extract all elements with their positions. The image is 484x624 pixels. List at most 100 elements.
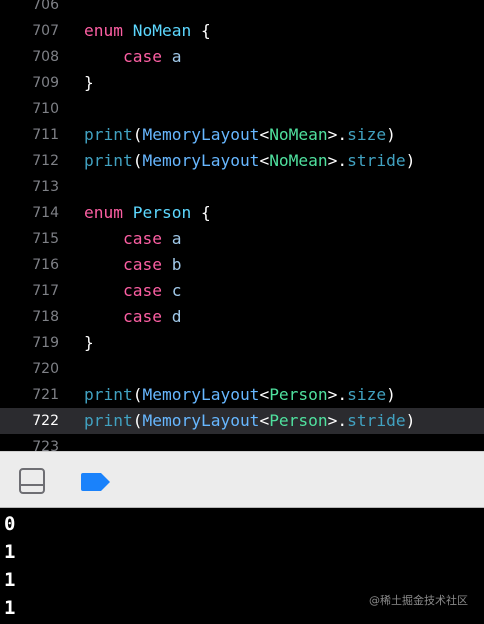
line-number: 708 [32, 49, 59, 65]
code-text: enum NoMean { [84, 18, 211, 44]
code-token: >. [327, 125, 348, 144]
code-token: case [122, 255, 162, 274]
code-line[interactable]: 710 [0, 96, 484, 122]
code-token: size [347, 125, 387, 144]
code-text: case b [84, 252, 181, 278]
code-token: Person [269, 411, 328, 430]
code-token: MemoryLayout [142, 411, 260, 430]
code-editor[interactable]: 706 707 enum NoMean {708 case a 709} 710 711 p… [0, 0, 484, 451]
breakpoints-toggle-button[interactable] [80, 472, 112, 492]
code-token: print [84, 411, 133, 430]
code-line[interactable]: 722 print(MemoryLayout<Person>.stride) [0, 408, 484, 434]
code-token: >. [327, 385, 348, 404]
line-number: 722 [32, 413, 59, 429]
code-token: b [171, 255, 182, 274]
line-number: 709 [32, 75, 59, 91]
code-token: MemoryLayout [142, 385, 260, 404]
line-number: 710 [32, 101, 59, 117]
code-text: enum Person { [84, 200, 211, 226]
code-text: print(MemoryLayout<Person>.size) [84, 382, 396, 408]
code-token: { [191, 203, 211, 222]
code-text: print(MemoryLayout<NoMean>.stride) [84, 148, 415, 174]
code-line[interactable]: 720 [0, 356, 484, 382]
code-line[interactable]: 719} [0, 330, 484, 356]
console-line: 1 [4, 569, 16, 591]
console-line: 1 [4, 541, 16, 563]
code-text: case a [84, 44, 181, 70]
toggle-debug-area-icon [19, 468, 45, 494]
code-line[interactable]: 714 enum Person { [0, 200, 484, 226]
code-token: print [84, 125, 133, 144]
code-token: } [84, 73, 94, 92]
code-token: Person [269, 385, 328, 404]
code-line[interactable]: 707 enum NoMean { [0, 18, 484, 44]
code-token: ) [386, 385, 396, 404]
breakpoint-icon [81, 473, 110, 491]
code-token: ) [386, 125, 396, 144]
code-token: case [122, 47, 162, 66]
toggle-debug-area-button[interactable] [18, 467, 46, 495]
console-line: 0 [4, 513, 16, 535]
code-line[interactable]: 713 [0, 174, 484, 200]
code-line[interactable]: 716 case b [0, 252, 484, 278]
code-token: ) [405, 411, 416, 430]
line-number: 715 [32, 231, 59, 247]
code-token: size [347, 385, 387, 404]
code-text: case c [84, 278, 181, 304]
code-token: { [191, 21, 211, 40]
code-token: stride [347, 151, 406, 170]
code-line[interactable]: 708 case a [0, 44, 484, 70]
line-number: 707 [32, 23, 59, 39]
code-line[interactable]: 715 case a [0, 226, 484, 252]
code-text: } [84, 70, 94, 96]
line-number: 721 [32, 387, 59, 403]
code-token: } [84, 333, 94, 352]
code-line[interactable]: 709} [0, 70, 484, 96]
code-token: < [259, 385, 270, 404]
code-text: case d [84, 304, 181, 330]
code-line[interactable]: 711 print(MemoryLayout<NoMean>.size) [0, 122, 484, 148]
code-token: stride [347, 411, 406, 430]
code-line[interactable]: 712 print(MemoryLayout<NoMean>.stride) [0, 148, 484, 174]
console-line: 1 [4, 597, 16, 619]
code-line[interactable]: 721 print(MemoryLayout<Person>.size) [0, 382, 484, 408]
code-line[interactable]: 706 [0, 0, 484, 18]
code-text: } [84, 330, 94, 356]
line-number: 711 [32, 127, 59, 143]
watermark: @稀土掘金技术社区 [369, 594, 468, 607]
code-token: MemoryLayout [142, 125, 260, 144]
code-token: case [122, 281, 162, 300]
code-token: NoMean [269, 125, 328, 144]
code-token: MemoryLayout [142, 151, 260, 170]
code-token: a [171, 47, 182, 66]
code-token: < [259, 125, 270, 144]
line-number: 719 [32, 335, 59, 351]
code-line[interactable]: 717 case c [0, 278, 484, 304]
code-token: print [84, 151, 133, 170]
code-text: case a [84, 226, 181, 252]
code-line[interactable]: 723 [0, 434, 484, 451]
code-token: ) [405, 151, 416, 170]
code-token: NoMean [132, 21, 192, 40]
code-token: enum [84, 203, 123, 222]
code-text: print(MemoryLayout<Person>.stride) [84, 408, 415, 434]
code-token: case [122, 229, 162, 248]
line-number: 720 [32, 361, 59, 377]
code-line[interactable]: 718 case d [0, 304, 484, 330]
line-number: 714 [32, 205, 59, 221]
code-token: >. [327, 151, 348, 170]
line-number: 718 [32, 309, 59, 325]
code-token: c [171, 281, 182, 300]
code-text: print(MemoryLayout<NoMean>.size) [84, 122, 396, 148]
